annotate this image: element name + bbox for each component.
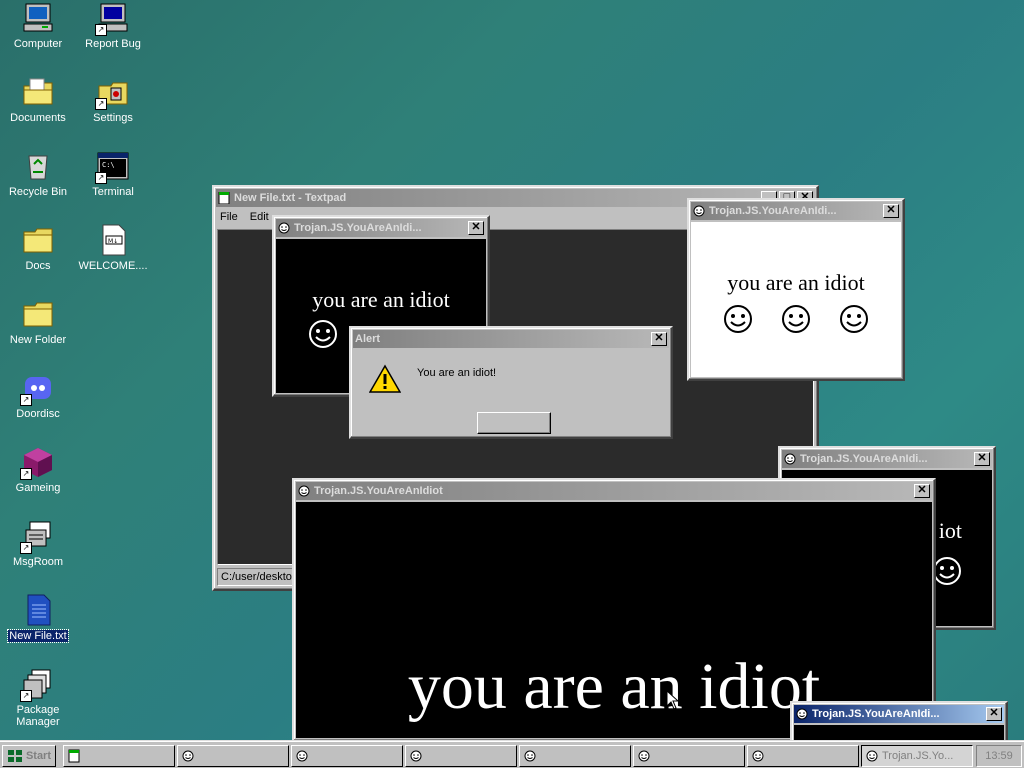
- popup-message: you are an idiot: [727, 270, 865, 295]
- warning-icon: [369, 364, 401, 393]
- taskbar-item-textpad[interactable]: [63, 745, 175, 767]
- smiley-icon: [410, 750, 422, 762]
- smiley-icon: [309, 320, 337, 348]
- menu-edit[interactable]: Edit: [250, 211, 269, 223]
- svg-text:M↓: M↓: [108, 238, 118, 245]
- text-file-icon: [22, 594, 54, 626]
- close-button[interactable]: ✕: [468, 221, 484, 235]
- close-button[interactable]: ✕: [986, 707, 1002, 721]
- taskbar-item-popup[interactable]: [405, 745, 517, 767]
- smiley-icon: [933, 557, 961, 585]
- smiley-icon: [693, 205, 705, 217]
- svg-text:C:\: C:\: [102, 161, 115, 169]
- markdown-file-icon: M↓: [97, 224, 129, 256]
- smiley-icon: [638, 750, 650, 762]
- start-button[interactable]: Start: [2, 745, 56, 767]
- notepad-icon: [68, 749, 80, 763]
- computer-icon: [22, 2, 54, 34]
- mouse-cursor-icon: [666, 690, 680, 710]
- smiley-icon: [298, 485, 310, 497]
- msgroom-icon: [20, 520, 54, 554]
- close-button[interactable]: ✕: [974, 452, 990, 466]
- folder-icon: [22, 298, 54, 330]
- close-button[interactable]: ✕: [651, 332, 667, 346]
- desktop-icon-recycle-bin[interactable]: Recycle Bin: [1, 150, 75, 198]
- desktop-icon-new-folder[interactable]: New Folder: [1, 298, 75, 346]
- settings-icon: [95, 76, 129, 110]
- smiley-icon: [866, 750, 878, 762]
- popup-message: iot: [938, 518, 962, 543]
- taskbar-item-popup[interactable]: [747, 745, 859, 767]
- documents-folder-icon: [22, 76, 54, 108]
- taskbar-item-popup[interactable]: [291, 745, 403, 767]
- idiot-popup-2[interactable]: Trojan.JS.YouAreAnIdi... ✕ you are an id…: [687, 198, 905, 381]
- popup-titlebar[interactable]: Trojan.JS.YouAreAnIdi... ✕: [794, 705, 1004, 723]
- smiley-row: [691, 296, 901, 334]
- ok-button[interactable]: [477, 412, 551, 434]
- notepad-icon: [218, 191, 230, 205]
- smiley-icon: [784, 453, 796, 465]
- desktop-icon-msgroom[interactable]: MsgRoom: [1, 520, 75, 568]
- popup-titlebar[interactable]: Trojan.JS.YouAreAnIdiot ✕: [296, 482, 932, 500]
- folder-icon: [22, 224, 54, 256]
- start-logo-icon: [8, 750, 22, 762]
- desktop-icon-report-bug[interactable]: Report Bug: [76, 2, 150, 50]
- smiley-icon: [296, 750, 308, 762]
- smiley-icon: [524, 750, 536, 762]
- smiley-icon: [182, 750, 194, 762]
- close-button[interactable]: ✕: [914, 484, 930, 498]
- close-button[interactable]: ✕: [883, 204, 899, 218]
- terminal-icon: C:\: [95, 150, 129, 184]
- doordisc-icon: [20, 372, 54, 406]
- desktop-icon-terminal[interactable]: C:\ Terminal: [76, 150, 150, 198]
- smiley-icon: [796, 708, 808, 720]
- system-clock[interactable]: 13:59: [976, 745, 1022, 767]
- report-bug-icon: [95, 2, 129, 36]
- popup-content: you are an idiot: [691, 222, 901, 377]
- desktop-icon-welcome[interactable]: M↓ WELCOME....: [76, 224, 150, 272]
- alert-message: You are an idiot!: [417, 367, 497, 379]
- smiley-icon: [782, 305, 810, 333]
- popup-titlebar[interactable]: Trojan.JS.YouAreAnIdi... ✕: [782, 450, 992, 468]
- package-manager-icon: [20, 668, 54, 702]
- popup-titlebar[interactable]: Trojan.JS.YouAreAnIdi... ✕: [276, 219, 486, 237]
- taskbar-item-popup[interactable]: [633, 745, 745, 767]
- recycle-bin-icon: [22, 150, 54, 182]
- desktop-icon-doordisc[interactable]: Doordisc: [1, 372, 75, 420]
- taskbar-item-popup[interactable]: [519, 745, 631, 767]
- desktop-icon-docs[interactable]: Docs: [1, 224, 75, 272]
- popup-message: you are an idiot: [312, 287, 450, 312]
- smiley-icon: [278, 222, 290, 234]
- desktop-icon-new-file-txt[interactable]: New File.txt: [1, 594, 75, 643]
- taskbar: Start Trojan.JS.Yo... 13:59: [0, 740, 1024, 768]
- desktop-icon-settings[interactable]: Settings: [76, 76, 150, 124]
- smiley-icon: [752, 750, 764, 762]
- alert-titlebar[interactable]: Alert ✕: [353, 330, 669, 348]
- menu-file[interactable]: File: [220, 211, 238, 223]
- desktop-icon-computer[interactable]: Computer: [1, 2, 75, 50]
- taskbar-item-popup[interactable]: [177, 745, 289, 767]
- smiley-icon: [840, 305, 868, 333]
- smiley-icon: [724, 305, 752, 333]
- popup-titlebar[interactable]: Trojan.JS.YouAreAnIdi... ✕: [691, 202, 901, 220]
- cube-icon: [20, 446, 54, 480]
- alert-dialog[interactable]: Alert ✕ You are an idiot!: [349, 326, 673, 439]
- desktop-icon-gameing[interactable]: Gameing: [1, 446, 75, 494]
- taskbar-item-popup-active[interactable]: Trojan.JS.Yo...: [861, 745, 973, 767]
- desktop-icon-documents[interactable]: Documents: [1, 76, 75, 124]
- desktop-icon-package-manager[interactable]: Package Manager: [1, 668, 75, 728]
